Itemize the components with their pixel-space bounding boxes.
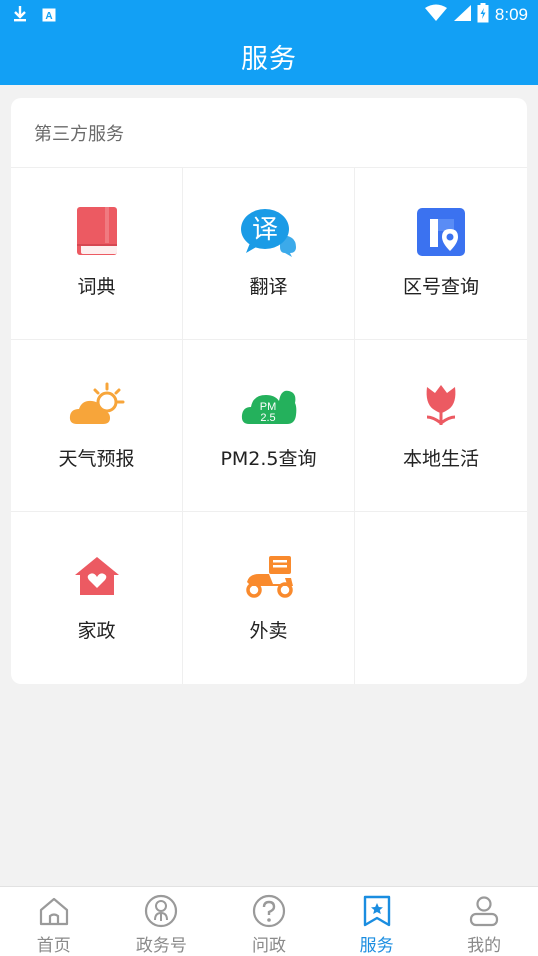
battery-icon <box>477 3 489 27</box>
empty-cell <box>355 512 527 684</box>
service-label: 天气预报 <box>58 448 135 470</box>
section-title: 第三方服务 <box>11 98 527 168</box>
location-pin-icon <box>411 202 471 262</box>
nav-services[interactable]: 服务 <box>323 887 431 956</box>
nav-home[interactable]: 首页 <box>0 887 108 956</box>
clock: 8:09 <box>494 5 528 24</box>
service-label: 本地生活 <box>402 448 479 470</box>
bottom-nav: 首页 政务号 问政 服务 我的 <box>0 886 538 956</box>
page-title: 服务 <box>241 44 297 75</box>
signal-icon <box>453 4 471 26</box>
service-label: 词典 <box>77 276 116 298</box>
bookmark-star-icon <box>359 893 395 929</box>
service-label: 区号查询 <box>402 276 479 298</box>
service-pm25[interactable]: PM 2.5 PM2.5查询 <box>183 340 355 512</box>
nav-ask-gov[interactable]: 问政 <box>215 887 323 956</box>
service-weather[interactable]: 天气预报 <box>11 340 183 512</box>
profile-icon <box>466 893 502 929</box>
nav-gov-account[interactable]: 政务号 <box>108 887 216 956</box>
tulip-icon <box>411 374 471 434</box>
nav-label: 服务 <box>359 936 394 956</box>
book-icon <box>67 202 127 262</box>
service-label: 翻译 <box>249 276 288 298</box>
service-takeout[interactable]: 外卖 <box>183 512 355 684</box>
wifi-icon <box>424 4 447 26</box>
svg-text:2.5: 2.5 <box>260 412 275 424</box>
svg-text:译: 译 <box>251 215 277 245</box>
services-grid: 词典 译 翻译 区号查询 天气预报 PM 2.5 PM2.5查询 本地生活 家政… <box>11 168 527 684</box>
download-icon <box>12 5 28 27</box>
home-icon <box>36 893 72 929</box>
nav-label: 我的 <box>467 936 502 956</box>
a-box-icon: A <box>42 7 56 26</box>
translate-icon: 译 <box>239 202 299 262</box>
nav-label: 政务号 <box>135 936 187 956</box>
service-label: PM2.5查询 <box>220 448 317 470</box>
service-label: 家政 <box>77 620 116 642</box>
app-bar: 服务 <box>0 28 538 85</box>
service-dictionary[interactable]: 词典 <box>11 168 183 340</box>
question-icon <box>251 893 287 929</box>
nav-label: 问政 <box>251 936 286 956</box>
nav-label: 首页 <box>36 936 71 956</box>
service-housekeeping[interactable]: 家政 <box>11 512 183 684</box>
house-heart-icon <box>67 546 127 606</box>
svg-text:A: A <box>45 11 52 22</box>
sun-cloud-icon <box>67 374 127 434</box>
pm25-cloud-icon: PM 2.5 <box>239 374 299 434</box>
services-card: 第三方服务 词典 译 翻译 区号查询 天气预报 PM 2.5 PM2.5查询 本… <box>11 98 527 684</box>
service-local-life[interactable]: 本地生活 <box>355 340 527 512</box>
user-circle-icon <box>143 893 179 929</box>
nav-mine[interactable]: 我的 <box>430 887 538 956</box>
service-label: 外卖 <box>249 620 288 642</box>
service-area-code[interactable]: 区号查询 <box>355 168 527 340</box>
status-bar: A 8:09 <box>0 0 538 28</box>
scooter-icon <box>239 546 299 606</box>
service-translate[interactable]: 译 翻译 <box>183 168 355 340</box>
